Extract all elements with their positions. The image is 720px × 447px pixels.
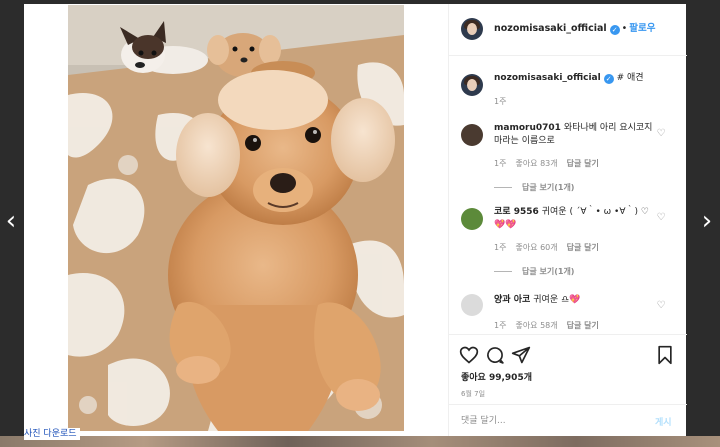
heart-icon[interactable] [459,345,479,365]
previous-post-button[interactable]: ‹ [1,206,21,236]
comment-like-heart-icon[interactable]: ♡ [655,212,667,224]
view-replies-button[interactable]: 답글 보기(1개) [494,182,574,193]
bookmark-icon[interactable] [655,345,675,365]
comment-avatar[interactable] [461,124,483,146]
comment-avatar[interactable] [461,294,483,316]
comment-body: 귀여운 ♎💖 [533,295,581,305]
comment-reply-button[interactable]: 답글 달기 [567,321,599,330]
post-comment-button[interactable]: 게시 [655,415,672,428]
caption-text: nozomisasaki_official ✓ # 애견 [494,72,644,85]
author-username[interactable]: nozomisasaki_official [494,23,607,34]
comment-likes[interactable]: 좋아요 58개 [515,321,557,330]
post-date[interactable]: 6월 7일 [461,389,485,399]
post-header: nozomisasaki_official ✓ • 팔로우 [449,4,687,56]
post-photo[interactable] [68,5,404,431]
comment-meta: 1주 좋아요 58개 답글 달기 [494,320,608,331]
separator-dot: • [621,23,628,34]
view-replies-label[interactable]: 답글 보기(1개) [522,267,574,276]
comment-avatar[interactable] [461,208,483,230]
post-modal: 사진 다운로드 nozomisasaki_official ✓ • 팔로우 nozom… [24,4,687,440]
photo-download-link[interactable]: 사진 다운로드 [24,428,80,440]
comment-like-heart-icon[interactable]: ♡ [655,300,667,312]
comment-time: 1주 [494,243,507,252]
comment-time: 1주 [494,321,507,330]
replies-divider [494,271,512,272]
caption-time: 1주 [494,97,507,106]
comment-username[interactable]: 양과 아코 [494,295,530,305]
caption-verified-badge-icon: ✓ [603,74,614,84]
dog-photo-illustration [68,5,404,431]
caption-hashtag[interactable]: # 애견 [617,73,644,83]
comment-input[interactable] [461,413,641,429]
comment-reply-button[interactable]: 답글 달기 [567,243,599,252]
comment-like-heart-icon[interactable]: ♡ [655,128,667,140]
comment-reply-button[interactable]: 답글 달기 [567,159,599,168]
comment-meta: 1주 좋아요 83개 답글 달기 [494,158,608,169]
verified-badge-icon: ✓ [609,25,620,35]
caption-author-avatar[interactable] [461,74,483,96]
comment-likes[interactable]: 좋아요 60개 [515,243,557,252]
post-header-user: nozomisasaki_official ✓ • 팔로우 [494,22,655,35]
photo-pane: 사진 다운로드 [24,4,448,440]
comment-meta: 1주 좋아요 60개 답글 달기 [494,242,608,253]
view-replies-label[interactable]: 답글 보기(1개) [522,183,574,192]
next-post-button[interactable]: › [697,206,717,236]
comment-username[interactable]: mamoru0701 [494,123,561,133]
follow-button[interactable]: 팔로우 [629,23,655,34]
comment-text: mamoru0701 와타나베 아리 요시코지마라는 이름으로 [494,122,654,148]
comment-time: 1주 [494,159,507,168]
post-actions: 좋아요 99,905개 6월 7일 [449,334,687,404]
comment-text: 양과 아코 귀여운 ♎💖 [494,294,654,307]
view-replies-button[interactable]: 답글 보기(1개) [494,266,574,277]
background-thumbnails [0,436,720,447]
likes-count[interactable]: 좋아요 99,905개 [461,370,532,383]
replies-divider [494,187,512,188]
comment-icon[interactable] [485,345,505,365]
add-comment-section: 게시 [449,404,687,436]
post-sidebar: nozomisasaki_official ✓ • 팔로우 nozomisasaki_… [448,4,687,436]
caption-username[interactable]: nozomisasaki_official [494,73,601,83]
author-avatar[interactable] [461,18,483,40]
comment-username[interactable]: 코로 9556 [494,207,539,217]
share-icon[interactable] [511,345,531,365]
comment-likes[interactable]: 좋아요 83개 [515,159,557,168]
comment-text: 코로 9556 귀여운 ( ´∀｀• ω •∀｀) ♡💖💖 [494,206,654,232]
